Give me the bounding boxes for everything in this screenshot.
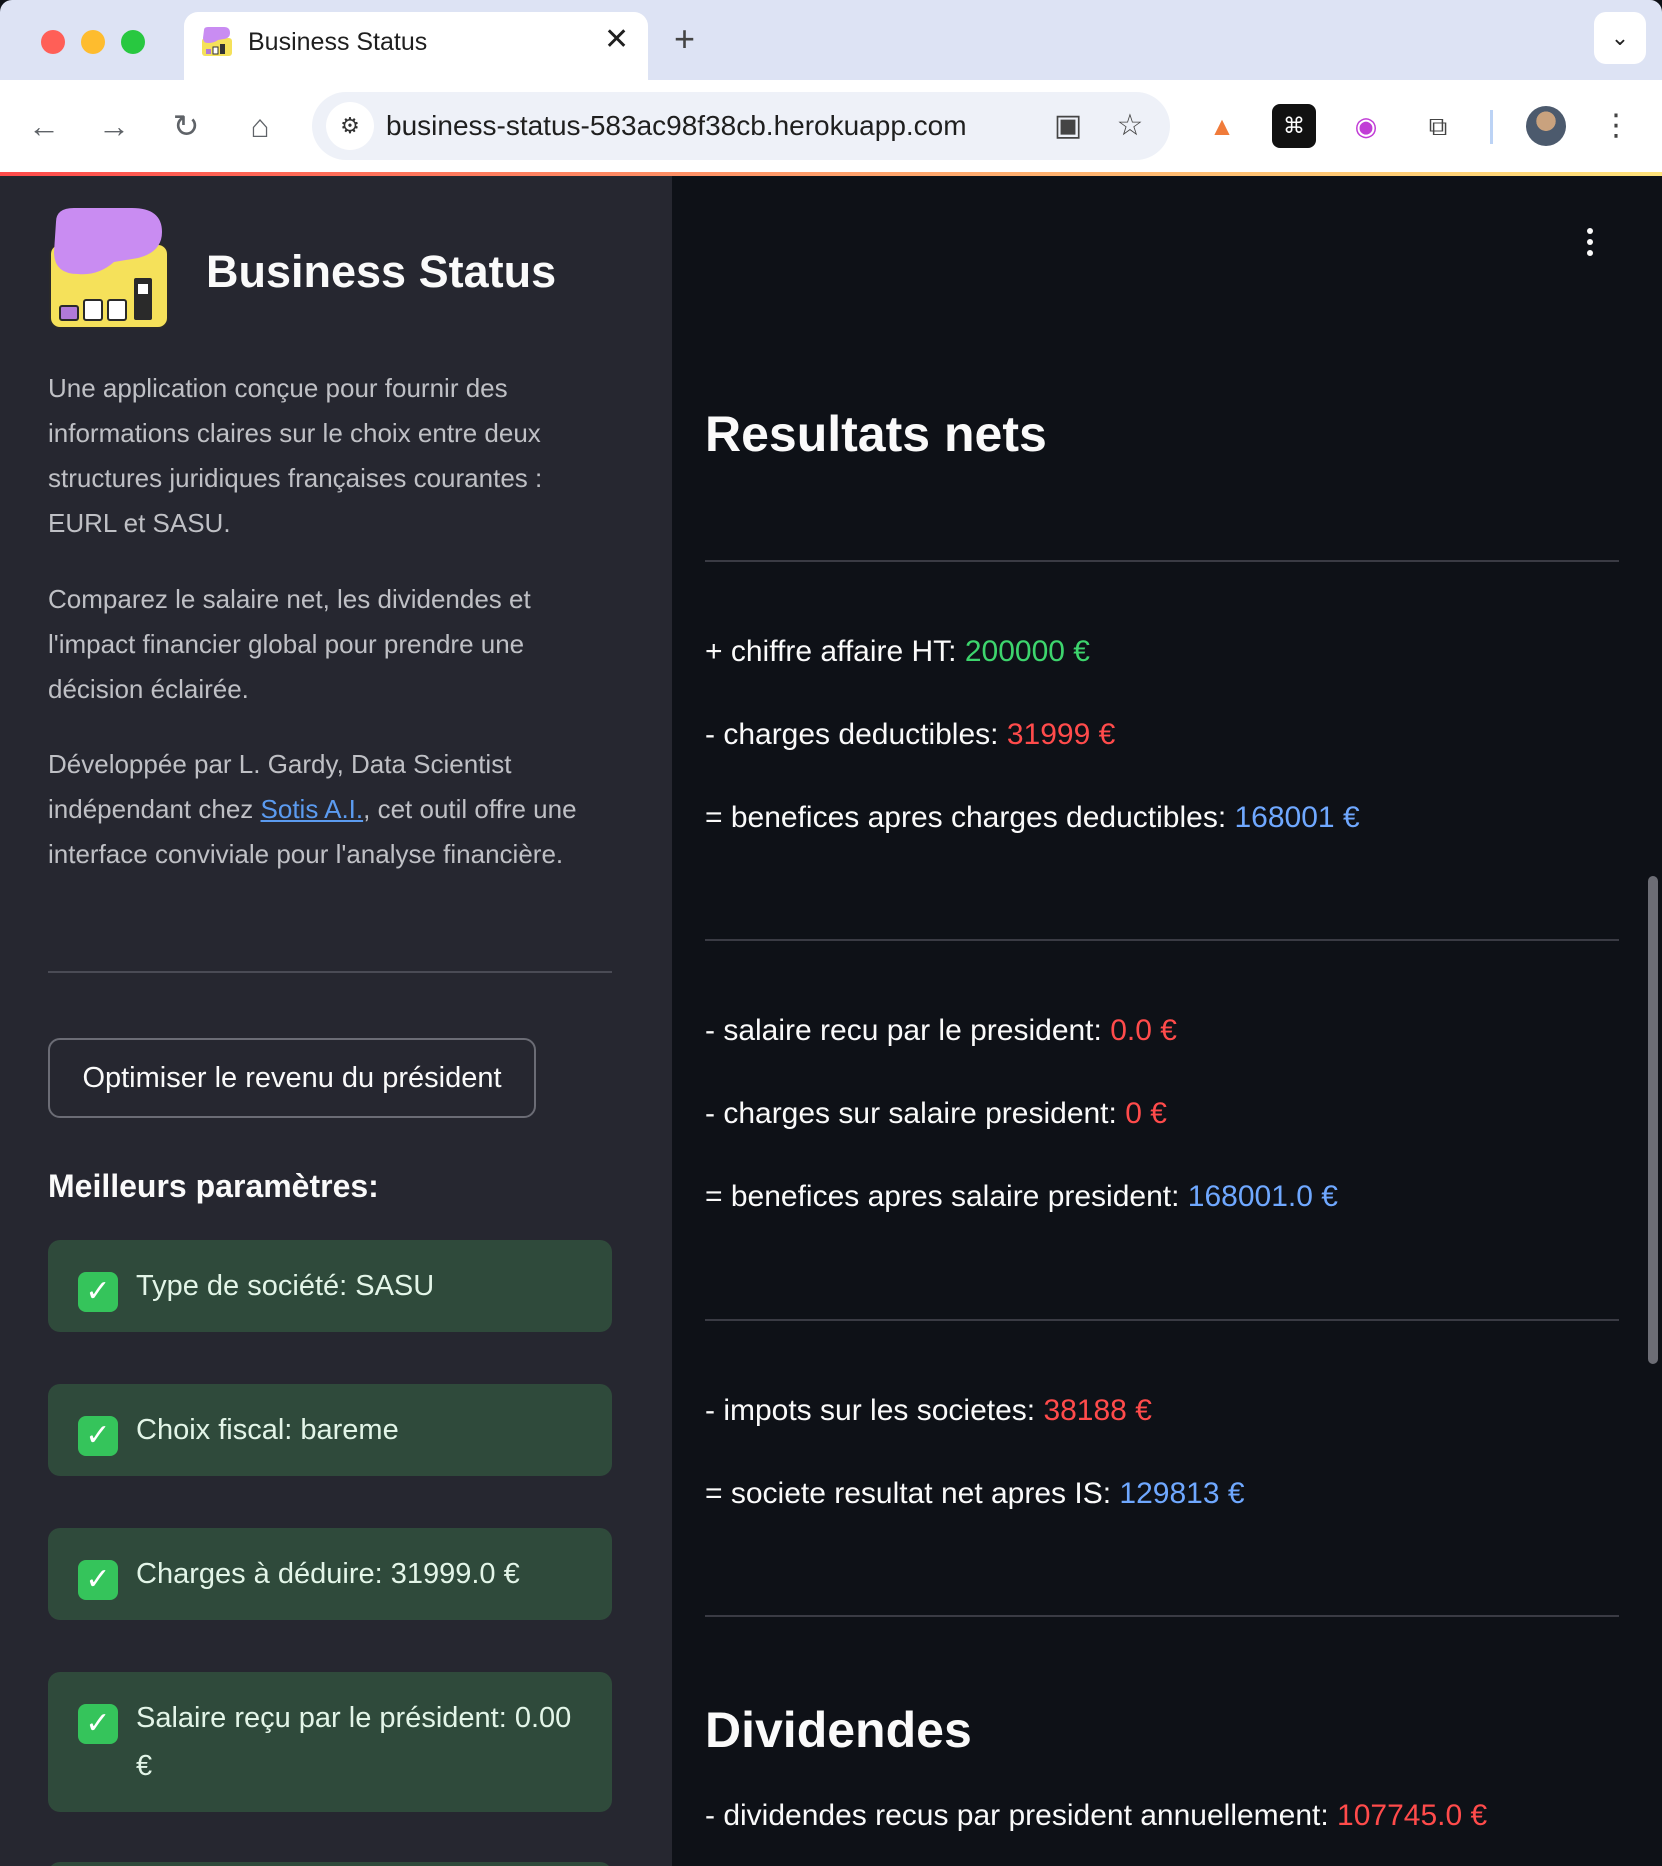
best-param-president-salary: ✓ Salaire reçu par le président: 0.00 €	[48, 1672, 612, 1812]
color-extension-icon[interactable]: ◉	[1344, 104, 1388, 148]
result-line-profit-after-salary: = benefices apres salaire president: 168…	[705, 1180, 1338, 1213]
translate-icon[interactable]: ▣	[1046, 104, 1090, 148]
compare-paragraph: Comparez le salaire net, les dividendes …	[48, 584, 531, 704]
result-value: 31999 €	[1006, 718, 1116, 751]
extensions-puzzle-icon[interactable]: ⧉	[1416, 104, 1460, 148]
result-value: 168001.0 €	[1187, 1180, 1338, 1213]
optimize-president-income-button[interactable]: Optimiser le revenu du président	[48, 1038, 536, 1118]
result-line-deductible-charges: - charges deductibles: 31999 €	[705, 718, 1116, 751]
result-line-profit-after-charges: = benefices apres charges deductibles: 1…	[705, 801, 1360, 834]
dividends-heading: Dividendes	[705, 1702, 972, 1758]
app-title: Business Status	[206, 246, 557, 297]
best-params-heading: Meilleurs paramètres:	[48, 1168, 379, 1204]
result-value: 107745.0 €	[1337, 1799, 1488, 1832]
main-divider	[705, 1615, 1619, 1617]
result-value: 200000 €	[964, 635, 1090, 668]
check-mark-icon: ✓	[78, 1704, 118, 1744]
address-bar[interactable]: ⚙ business-status-583ac98f38cb.herokuapp…	[312, 92, 1170, 160]
browser-menu-icon[interactable]: ⋮	[1594, 104, 1638, 148]
window-minimize-button[interactable]	[81, 30, 105, 54]
result-value: 38188 €	[1043, 1394, 1152, 1427]
main-divider	[705, 560, 1619, 562]
main-divider	[705, 939, 1619, 941]
best-param-next	[48, 1862, 612, 1866]
reload-icon[interactable]: ↻	[160, 100, 212, 152]
result-value: 0.0 €	[1110, 1014, 1177, 1047]
result-line-revenue: + chiffre affaire HT: 200000 €	[705, 635, 1090, 668]
browser-tab-active[interactable]: Business Status ✕	[184, 12, 648, 80]
check-mark-icon: ✓	[78, 1272, 118, 1312]
app-logo-icon	[49, 208, 169, 329]
url-text[interactable]: business-status-583ac98f38cb.herokuapp.c…	[386, 108, 967, 144]
main-divider	[705, 1319, 1619, 1321]
results-heading: Resultats nets	[705, 406, 1047, 462]
home-icon[interactable]: ⌂	[234, 100, 286, 152]
browser-tab-bar: Business Status ✕ + ⌄	[0, 0, 1662, 80]
window-close-button[interactable]	[41, 30, 65, 54]
result-value: 168001 €	[1234, 801, 1360, 834]
forward-arrow-icon[interactable]: →	[88, 100, 140, 152]
sidebar: Business Status Une application conçue p…	[0, 176, 672, 1866]
sidebar-divider	[48, 971, 612, 973]
main-content: Resultats nets + chiffre affaire HT: 200…	[672, 176, 1662, 1866]
bookmark-star-icon[interactable]: ☆	[1108, 104, 1152, 148]
intro-paragraph: Une application conçue pour fournir des …	[48, 373, 543, 538]
tab-close-icon[interactable]: ✕	[604, 24, 629, 56]
app-menu-icon[interactable]	[1580, 228, 1600, 264]
tab-search-chevron-icon[interactable]: ⌄	[1594, 12, 1646, 64]
new-tab-icon[interactable]: +	[674, 18, 695, 60]
back-arrow-icon[interactable]: ←	[18, 100, 70, 152]
result-value: 129813 €	[1119, 1477, 1245, 1510]
result-line-president-salary: - salaire recu par le president: 0.0 €	[705, 1014, 1177, 1047]
window-zoom-button[interactable]	[121, 30, 145, 54]
profile-avatar[interactable]	[1526, 106, 1566, 146]
check-mark-icon: ✓	[78, 1416, 118, 1456]
result-line-net-result: = societe resultat net apres IS: 129813 …	[705, 1477, 1245, 1510]
browser-toolbar: ← → ↻ ⌂ ⚙ business-status-583ac98f38cb.h…	[0, 80, 1662, 174]
toolbar-separator	[1490, 110, 1493, 144]
check-mark-icon: ✓	[78, 1560, 118, 1600]
best-param-tax-choice: ✓ Choix fiscal: bareme	[48, 1384, 612, 1476]
command-extension-icon[interactable]: ⌘	[1272, 104, 1316, 148]
sotis-ai-link[interactable]: Sotis A.I.	[261, 794, 364, 824]
best-param-company-type: ✓ Type de société: SASU	[48, 1240, 612, 1332]
developer-paragraph: Développée par L. Gardy, Data Scientist …	[48, 749, 577, 869]
main-scrollbar[interactable]	[1648, 876, 1658, 1364]
tab-title: Business Status	[248, 28, 428, 56]
dividend-line: - dividendes recus par president annuell…	[705, 1799, 1488, 1832]
lighthouse-extension-icon[interactable]: ▲	[1200, 104, 1244, 148]
app-favicon-icon	[202, 27, 232, 56]
site-info-icon[interactable]: ⚙	[326, 102, 374, 150]
result-value: 0 €	[1125, 1097, 1167, 1130]
result-line-salary-charges: - charges sur salaire president: 0 €	[705, 1097, 1167, 1130]
result-line-corporate-tax: - impots sur les societes: 38188 €	[705, 1394, 1152, 1427]
best-param-charges: ✓ Charges à déduire: 31999.0 €	[48, 1528, 612, 1620]
